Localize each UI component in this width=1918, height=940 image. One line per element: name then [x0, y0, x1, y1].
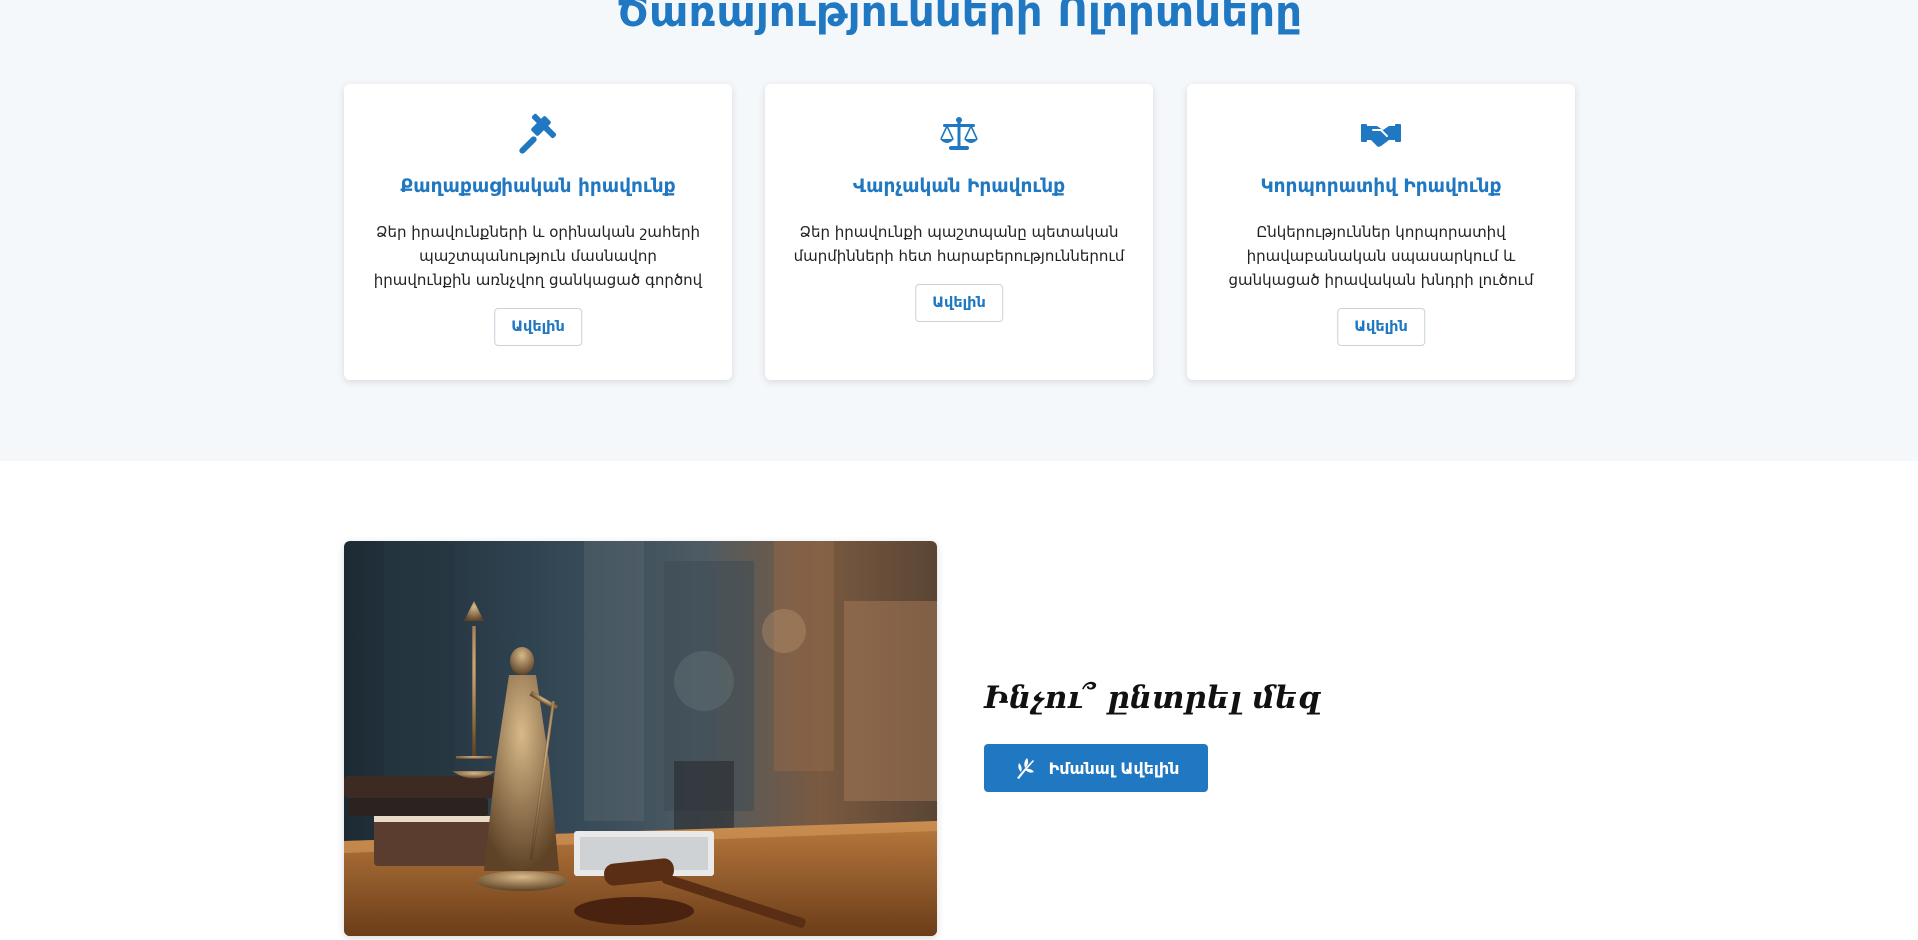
service-card-civil-law: Քաղաքացիական իրավունք Ձեր իրավունքների և…: [344, 84, 732, 380]
card-description: Ընկերություններ կորպորատիվ իրավաբանական …: [1228, 223, 1534, 289]
leaf-icon: [1016, 758, 1034, 779]
services-section: Ծառայությունների Ոլորտները Քաղաքացիական …: [0, 0, 1918, 461]
card-description: Ձեր իրավունքների և օրինական շահերի պաշտպ…: [373, 223, 703, 289]
why-choose-us-title: Ինչու՞ ընտրել մեզ: [984, 680, 1321, 716]
lady-justice-statue-photo: [344, 541, 937, 936]
learn-more-button[interactable]: Իմանալ Ավելին: [984, 744, 1208, 792]
more-button[interactable]: Ավելին: [915, 284, 1003, 322]
learn-more-label: Իմանալ Ավելին: [1048, 758, 1180, 778]
gavel-icon: [519, 113, 557, 154]
card-title: Վարչական Իրավունք: [852, 176, 1066, 197]
scales-icon: [940, 117, 978, 150]
services-title: Ծառայությունների Ոլորտները: [615, 0, 1303, 36]
service-card-administrative-law: Վարչական Իրավունք Ձեր իրավունքի պաշտպանը…: [765, 84, 1153, 380]
service-card-corporate-law: Կորպորատիվ Իրավունք Ընկերություններ կորպ…: [1187, 84, 1575, 380]
more-button[interactable]: Ավելին: [494, 308, 582, 346]
card-description: Ձեր իրավունքի պաշտպանը պետական մարմիններ…: [793, 223, 1125, 265]
handshake-icon: [1361, 124, 1401, 147]
card-title: Կորպորատիվ Իրավունք: [1260, 176, 1502, 197]
more-button[interactable]: Ավելին: [1337, 308, 1425, 346]
card-title: Քաղաքացիական իրավունք: [400, 176, 676, 197]
